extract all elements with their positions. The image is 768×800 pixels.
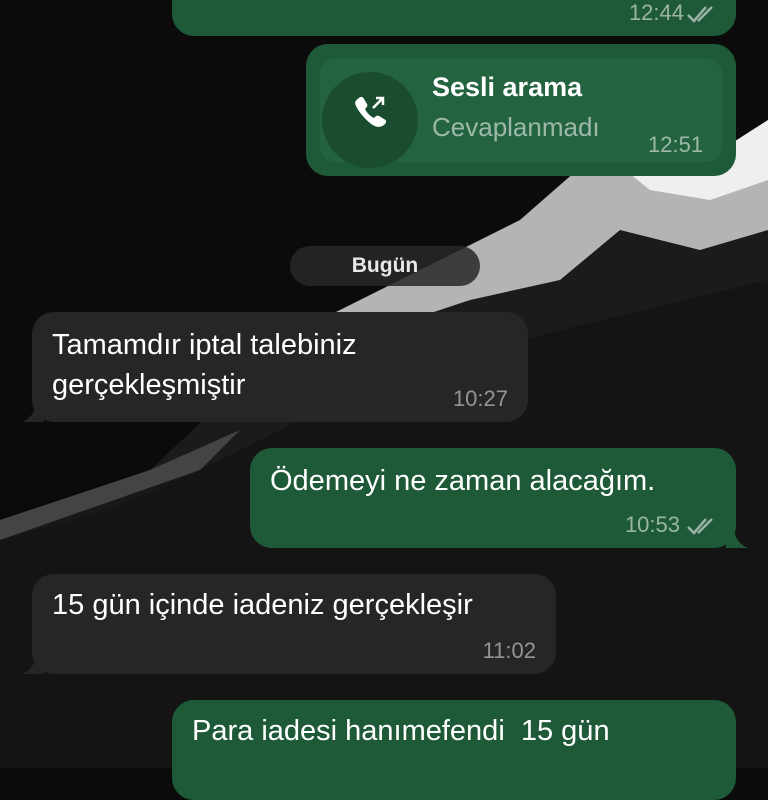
message-text: gerçekleşmiştir: [52, 369, 246, 401]
message-time: 10:27: [452, 386, 508, 411]
call-title: Sesli arama: [432, 72, 583, 102]
message-text: Ödemeyi ne zaman alacağım.: [270, 465, 656, 497]
message-bubble-incoming[interactable]: 15 gün içinde iadeniz gerçekleşir 11:02: [32, 574, 556, 674]
message-time: 12:44: [628, 0, 684, 25]
message-time: 11:02: [482, 638, 536, 663]
message-text: Tamamdır iptal talebiniz: [52, 329, 357, 361]
outgoing-call-icon: [355, 96, 387, 127]
message-bubble-outgoing[interactable]: 12:44: [172, 0, 736, 36]
read-receipt-icon: [687, 518, 713, 535]
message-bubble-outgoing[interactable]: Ödemeyi ne zaman alacağım. 10:53: [250, 448, 736, 548]
message-text: Para iadesi hanımefendi 15 gün: [192, 715, 610, 747]
date-separator: Bugün: [290, 246, 480, 286]
call-time: 12:51: [648, 132, 704, 157]
read-receipt-icon: [687, 6, 713, 23]
message-text: 15 gün içinde iadeniz gerçekleşir: [52, 589, 473, 621]
message-bubble-outgoing[interactable]: Para iadesi hanımefendi 15 gün: [172, 700, 736, 800]
call-status: Cevaplanmadı: [432, 112, 600, 142]
message-time: 10:53: [624, 512, 680, 537]
message-bubble-incoming[interactable]: Tamamdır iptal talebiniz gerçekleşmiştir…: [32, 312, 528, 422]
